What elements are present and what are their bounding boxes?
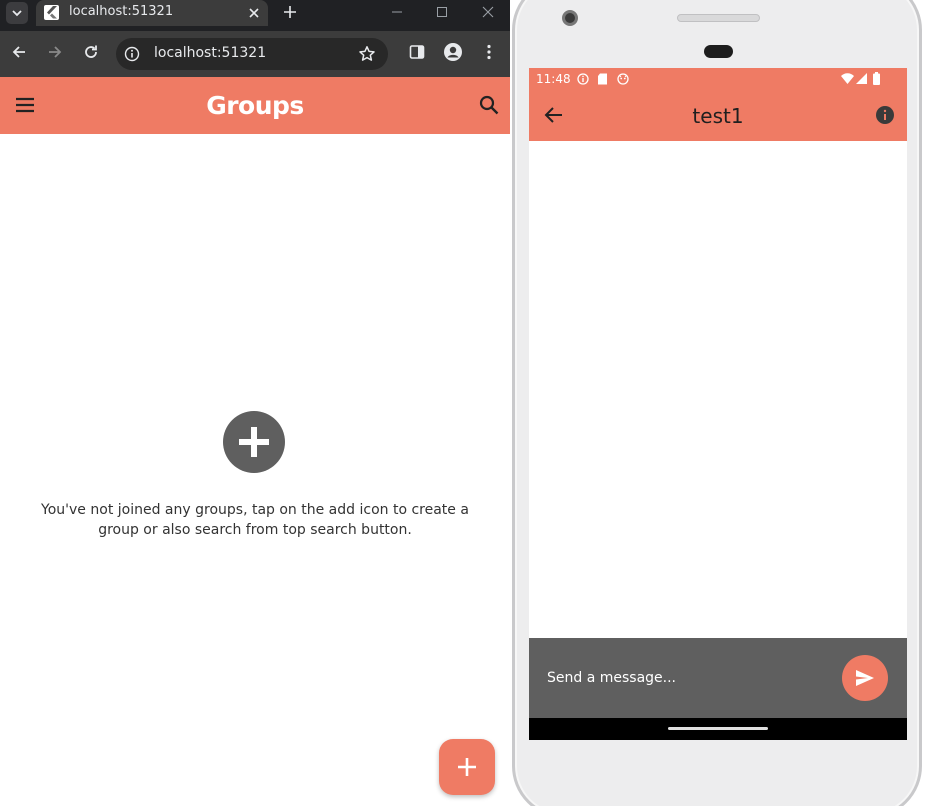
search-icon[interactable] — [478, 94, 500, 116]
status-time: 11:48 — [536, 72, 571, 86]
front-camera-icon — [562, 10, 578, 26]
phone-screen: 11:48 test1 — [529, 68, 907, 740]
close-tab-icon[interactable] — [246, 5, 262, 21]
chat-title: test1 — [692, 104, 744, 128]
message-composer — [529, 638, 907, 718]
page-title: Groups — [206, 91, 304, 120]
info-icon[interactable] — [875, 105, 895, 125]
tab-title: localhost:51321 — [69, 4, 174, 19]
android-nav-bar — [529, 718, 907, 740]
create-group-fab[interactable] — [439, 739, 495, 795]
speaker-grill — [677, 14, 760, 22]
side-panel-icon[interactable] — [406, 41, 428, 63]
battery-icon — [873, 72, 880, 85]
browser-toolbar: localhost:51321 — [0, 31, 510, 77]
back-arrow-icon[interactable] — [8, 41, 30, 63]
home-gesture-pill[interactable] — [668, 727, 768, 730]
forward-arrow-icon[interactable] — [44, 41, 66, 63]
add-icon — [458, 758, 476, 776]
wifi-icon — [841, 73, 854, 84]
chat-app-bar: test1 — [529, 90, 907, 141]
new-tab-button[interactable] — [280, 2, 300, 22]
plus-icon — [284, 6, 296, 18]
browser-window: localhost:51321 localhost:51321 Groups Y… — [0, 0, 510, 806]
browser-tab[interactable]: localhost:51321 — [36, 0, 268, 26]
browser-tab-strip: localhost:51321 — [0, 0, 510, 31]
screenshot-root: localhost:51321 localhost:51321 Groups Y… — [0, 0, 925, 806]
chevron-down-icon — [12, 10, 22, 17]
address-bar[interactable]: localhost:51321 — [116, 38, 388, 70]
android-face-icon — [617, 73, 629, 85]
earpiece — [704, 45, 733, 58]
profile-avatar-icon[interactable] — [442, 41, 464, 63]
empty-groups-message: You've not joined any groups, tap on the… — [41, 502, 469, 538]
maximize-window-icon[interactable] — [431, 2, 453, 22]
cell-signal-icon — [856, 73, 867, 84]
groups-app-bar: Groups — [0, 77, 510, 134]
site-info-icon[interactable] — [124, 46, 140, 62]
more-options-icon[interactable] — [478, 41, 500, 63]
minimize-window-icon[interactable] — [386, 2, 408, 22]
message-list[interactable] — [529, 141, 907, 638]
bookmark-star-icon[interactable] — [358, 45, 376, 63]
close-window-icon[interactable] — [477, 2, 499, 22]
message-input[interactable] — [547, 667, 827, 689]
tab-search-button[interactable] — [6, 2, 28, 24]
reload-icon[interactable] — [80, 41, 102, 63]
send-button[interactable] — [842, 655, 888, 701]
sd-card-icon — [598, 73, 607, 85]
empty-groups-state: You've not joined any groups, tap on the… — [0, 134, 510, 806]
status-info-icon — [577, 73, 589, 85]
add-icon — [239, 427, 269, 457]
flutter-favicon-icon — [44, 5, 59, 20]
url-text: localhost:51321 — [154, 45, 267, 61]
android-status-bar: 11:48 — [529, 68, 907, 90]
send-icon — [856, 670, 874, 686]
add-group-button[interactable] — [223, 411, 285, 473]
